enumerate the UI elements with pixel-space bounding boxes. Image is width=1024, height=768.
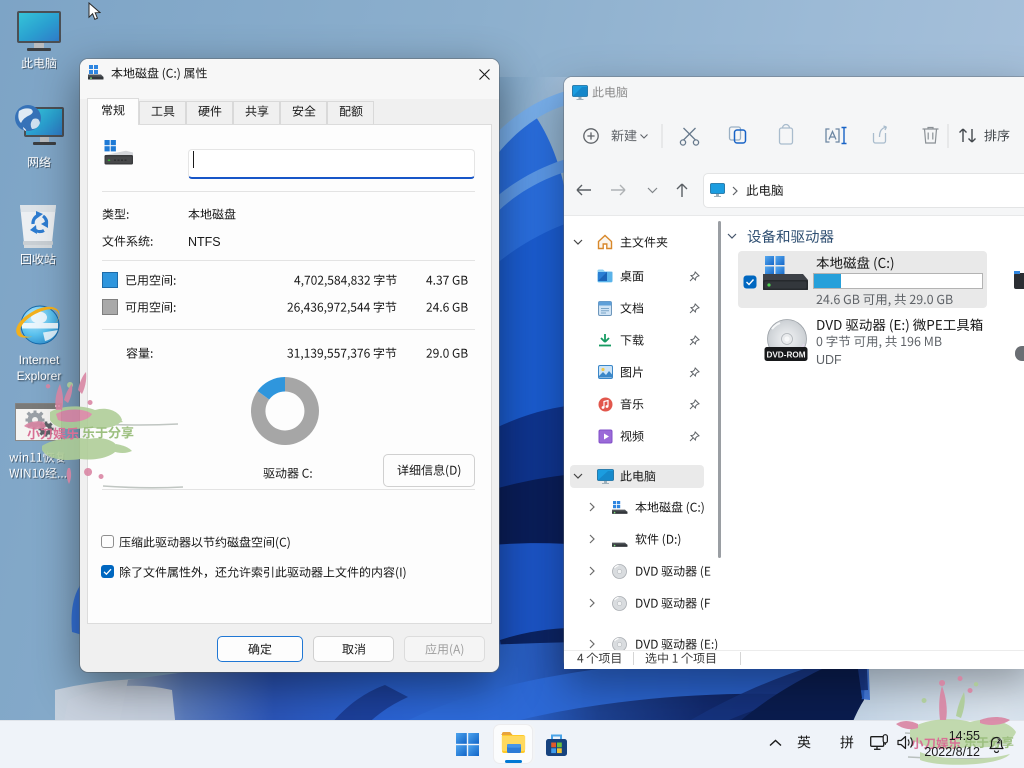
svg-text:DVD-ROM: DVD-ROM	[766, 351, 805, 360]
